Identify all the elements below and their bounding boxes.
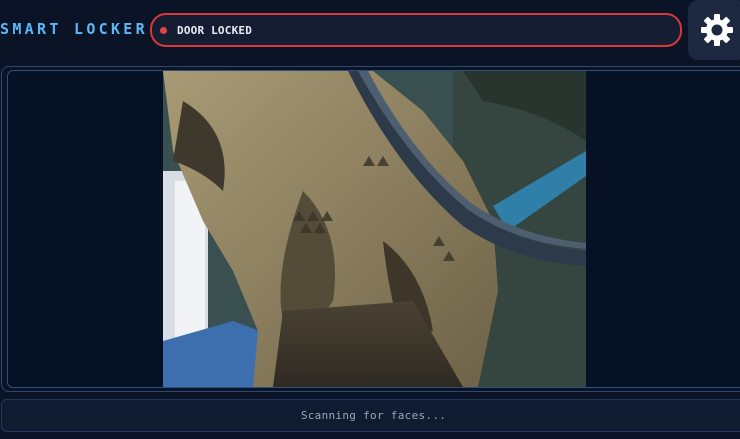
status-footer: Scanning for faces...: [1, 399, 740, 432]
lock-status-text: DOOR LOCKED: [177, 23, 253, 37]
camera-feed: [163, 71, 586, 387]
status-indicator-dot: [160, 26, 167, 34]
gear-icon: [701, 14, 733, 46]
app-title: SMART LOCKER: [0, 20, 148, 38]
scan-status-text: Scanning for faces...: [300, 409, 447, 422]
settings-button[interactable]: [688, 0, 740, 60]
lock-status-pill: DOOR LOCKED: [150, 13, 682, 47]
camera-panel: [7, 70, 740, 388]
